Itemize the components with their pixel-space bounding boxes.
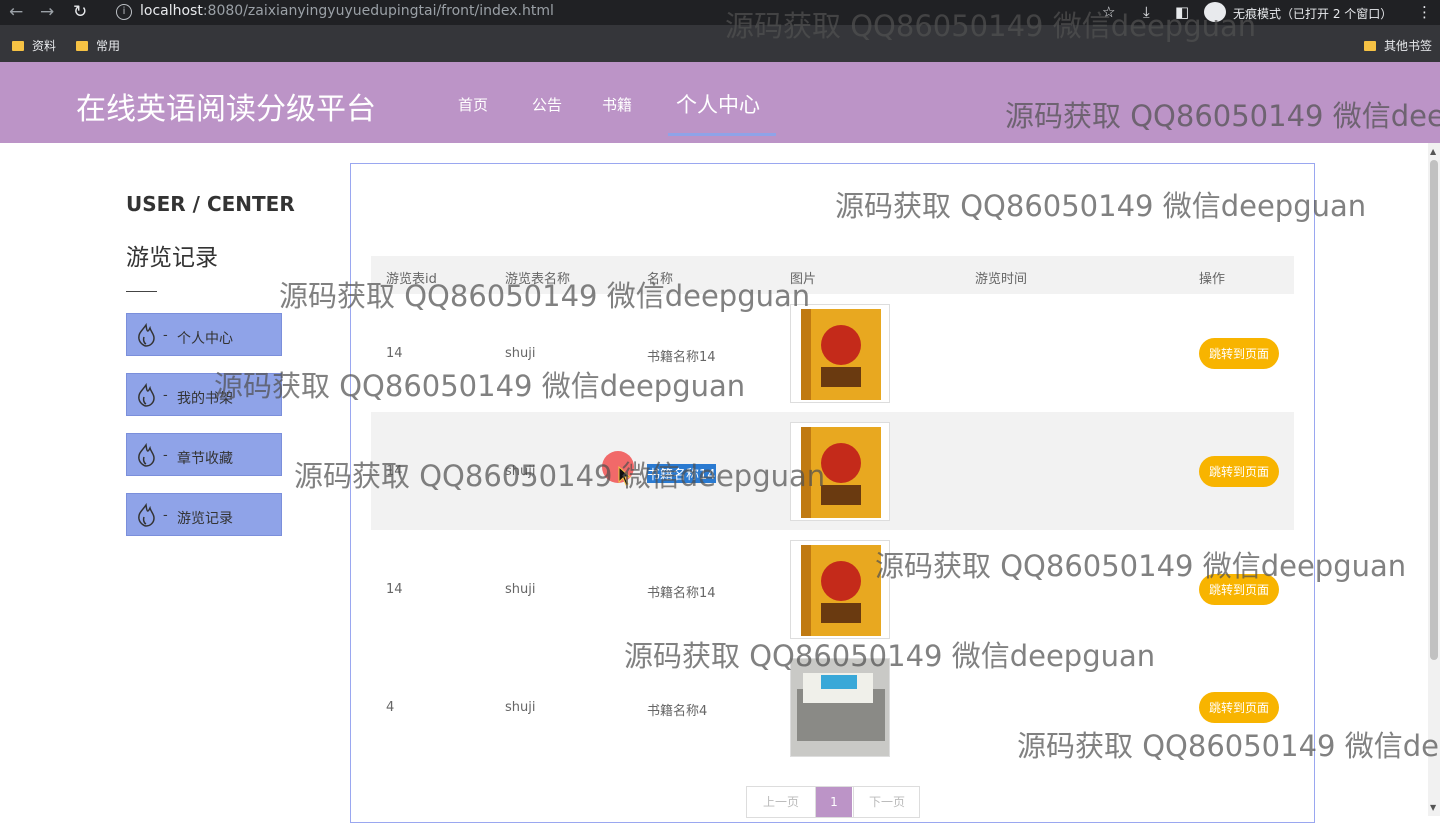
incognito-icon[interactable] <box>1204 2 1226 22</box>
cell-name-selected: 书籍名称14 <box>647 464 716 483</box>
cell-id: 14 <box>386 464 403 479</box>
cursor-icon <box>618 466 632 486</box>
nav-books[interactable]: 书籍 <box>602 94 632 115</box>
prev-page-button[interactable]: 上一页 <box>747 787 816 817</box>
col-table-name: 游览表名称 <box>505 272 571 287</box>
page-number-current[interactable]: 1 <box>816 787 852 817</box>
content-panel: 游览表id 游览表名称 名称 图片 游览时间 操作 14 shuji 书籍名称1… <box>350 163 1315 823</box>
sidepanel-icon[interactable]: ◧ <box>1175 3 1189 21</box>
menu-icon[interactable]: ⋮ <box>1417 3 1432 21</box>
reload-icon[interactable]: ↻ <box>73 2 87 22</box>
jump-to-page-button[interactable]: 跳转到页面 <box>1199 574 1279 605</box>
sidebar-item-label: 章节收藏 <box>177 451 233 467</box>
cell-table-name: shuji <box>505 464 536 479</box>
nav-home[interactable]: 首页 <box>458 94 488 115</box>
sidebar-subtitle: 游览记录 <box>126 245 218 271</box>
nav-notice[interactable]: 公告 <box>532 94 562 115</box>
sidebar-item-chapter-favorites[interactable]: - 章节收藏 <box>126 433 282 476</box>
pagination: 上一页 1 下一页 <box>746 786 920 818</box>
star-icon[interactable]: ☆ <box>1102 3 1115 21</box>
nav-user-center[interactable]: 个人中心 <box>676 89 760 119</box>
flame-icon <box>138 443 155 467</box>
folder-icon <box>1364 41 1376 51</box>
site-title: 在线英语阅读分级平台 <box>76 92 376 127</box>
cell-name: 书籍名称4 <box>647 704 708 719</box>
col-time: 游览时间 <box>975 272 1028 287</box>
cell-id: 14 <box>386 346 403 361</box>
table-header: 游览表id 游览表名称 名称 图片 游览时间 操作 <box>371 256 1294 294</box>
cell-table-name: shuji <box>505 700 536 715</box>
cell-name: 书籍名称14 <box>647 586 716 601</box>
scroll-down-icon[interactable]: ▼ <box>1430 803 1436 812</box>
book-cover-image <box>790 658 890 757</box>
sidebar-item-label: 我的书架 <box>177 391 233 407</box>
table-row: 14 shuji 书籍名称14 跳转到页面 <box>371 412 1294 530</box>
browser-toolbar: ← → ↻ i localhost:8080/zaixianyingyuyued… <box>0 0 1440 25</box>
sidebar-item-browse-history[interactable]: - 游览记录 <box>126 493 282 536</box>
jump-to-page-button[interactable]: 跳转到页面 <box>1199 692 1279 723</box>
divider <box>126 291 157 292</box>
jump-to-page-button[interactable]: 跳转到页面 <box>1199 456 1279 487</box>
site-header: 在线英语阅读分级平台 首页 公告 书籍 个人中心 <box>0 62 1440 143</box>
bookmark-folder[interactable]: 资料 <box>12 37 56 54</box>
forward-icon[interactable]: → <box>40 2 54 22</box>
folder-icon <box>76 41 88 51</box>
next-page-button[interactable]: 下一页 <box>853 787 920 817</box>
table-row: 14 shuji 书籍名称14 跳转到页面 <box>371 294 1294 412</box>
book-cover-image <box>790 304 890 403</box>
url-path: :8080/zaixianyingyuyuedupingtai/front/in… <box>202 3 554 19</box>
bookmarks-bar: 资料 常用 其他书签 <box>0 25 1440 62</box>
cell-table-name: shuji <box>505 582 536 597</box>
scroll-up-icon[interactable]: ▲ <box>1430 147 1436 156</box>
scroll-thumb[interactable] <box>1430 160 1438 660</box>
sidebar-item-bookshelf[interactable]: - 我的书架 <box>126 373 282 416</box>
sidebar-item-label: 个人中心 <box>177 331 233 347</box>
flame-icon <box>138 323 155 347</box>
nav-active-underline <box>668 133 776 136</box>
table-row: 14 shuji 书籍名称14 跳转到页面 <box>371 530 1294 648</box>
sidebar-item-user-center[interactable]: - 个人中心 <box>126 313 282 356</box>
download-icon[interactable]: ⤓ <box>1143 3 1150 21</box>
folder-icon <box>12 41 24 51</box>
book-cover-image <box>790 540 890 639</box>
url-host: localhost <box>140 3 203 19</box>
cell-id: 14 <box>386 582 403 597</box>
sidebar-title: USER / CENTER <box>126 192 295 216</box>
flame-icon <box>138 383 155 407</box>
page-scrollbar[interactable]: ▲ ▼ <box>1428 143 1440 816</box>
col-name: 名称 <box>647 272 674 287</box>
address-bar[interactable]: i localhost:8080/zaixianyingyuyuedupingt… <box>108 0 1108 25</box>
col-action: 操作 <box>1199 272 1226 287</box>
col-image: 图片 <box>790 272 817 287</box>
table-row: 4 shuji 书籍名称4 跳转到页面 <box>371 648 1294 766</box>
incognito-label[interactable]: 无痕模式（已打开 2 个窗口） <box>1233 5 1392 22</box>
flame-icon <box>138 503 155 527</box>
col-id: 游览表id <box>386 272 437 287</box>
cell-name: 书籍名称14 <box>647 350 716 365</box>
site-info-icon[interactable]: i <box>116 4 132 20</box>
sidebar-item-label: 游览记录 <box>177 511 233 527</box>
back-icon[interactable]: ← <box>9 2 23 22</box>
other-bookmarks[interactable]: 其他书签 <box>1364 37 1432 54</box>
cell-table-name: shuji <box>505 346 536 361</box>
cell-id: 4 <box>386 700 395 715</box>
book-cover-image <box>790 422 890 521</box>
bookmark-folder[interactable]: 常用 <box>76 37 120 54</box>
jump-to-page-button[interactable]: 跳转到页面 <box>1199 338 1279 369</box>
